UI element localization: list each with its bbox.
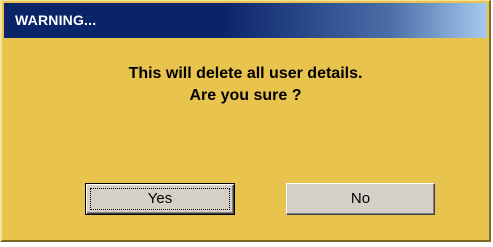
no-button[interactable]: No <box>286 183 435 215</box>
dialog-titlebar[interactable]: WARNING... <box>4 3 487 38</box>
message-line-1: This will delete all user details. <box>128 65 363 82</box>
dialog-title: WARNING... <box>15 12 97 28</box>
message-line-2: Are you sure ? <box>189 87 302 104</box>
dialog-message: This will delete all user details. Are y… <box>2 63 489 107</box>
warning-dialog: WARNING... This will delete all user det… <box>0 0 491 242</box>
yes-button[interactable]: Yes <box>85 183 235 215</box>
yes-button-label: Yes <box>147 190 173 207</box>
no-button-label: No <box>350 190 371 207</box>
